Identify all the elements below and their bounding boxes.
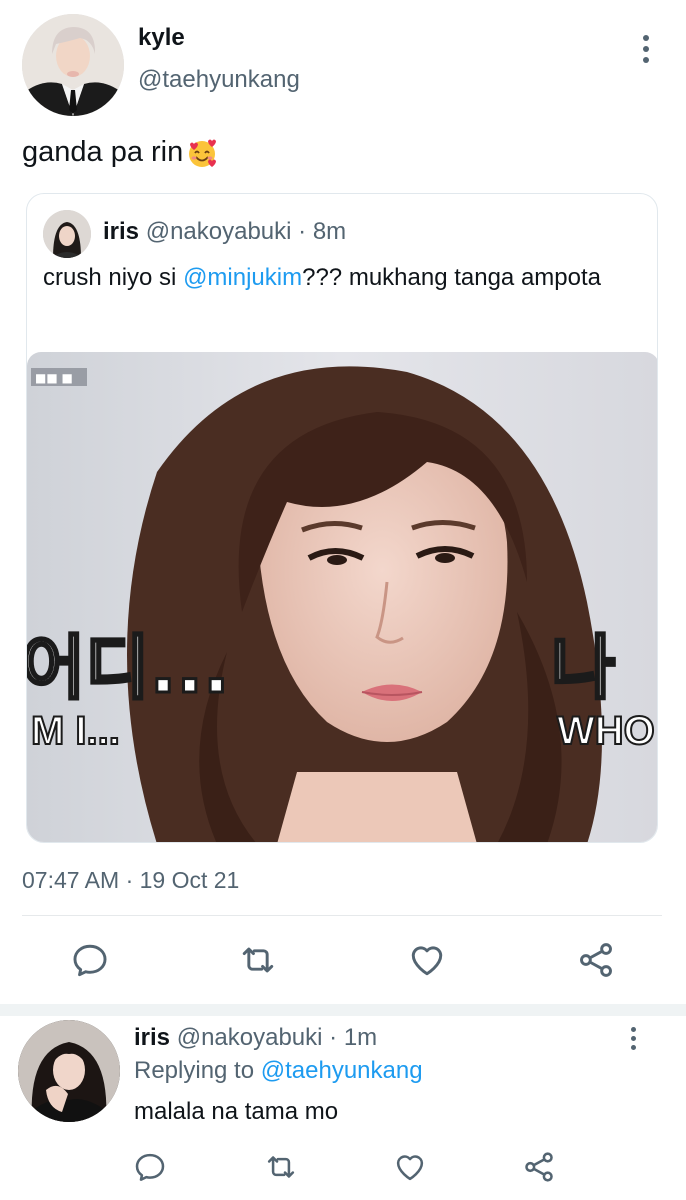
replying-to-line: Replying to @taehyunkang bbox=[134, 1057, 423, 1085]
like-button[interactable] bbox=[405, 938, 449, 982]
quoted-tweet-text: crush niyo si @minjukim??? mukhang tanga… bbox=[43, 262, 643, 294]
quoted-text-before: crush niyo si bbox=[43, 264, 184, 291]
caption-left-english: M I... bbox=[31, 709, 120, 753]
quoted-author-avatar[interactable] bbox=[43, 210, 91, 258]
reply-author-avatar[interactable] bbox=[18, 1020, 120, 1122]
like-icon bbox=[411, 946, 443, 976]
replying-to-prefix: Replying to bbox=[134, 1057, 255, 1084]
caption-right-english: WHO bbox=[557, 709, 655, 753]
quoted-text-after: ??? mukhang tanga ampota bbox=[302, 264, 601, 291]
more-dot-icon bbox=[643, 57, 649, 63]
caption-left-korean: 어디... bbox=[27, 627, 230, 709]
share-icon bbox=[525, 1152, 553, 1182]
replying-to-mention[interactable]: @taehyunkang bbox=[261, 1057, 423, 1084]
more-dot-icon bbox=[631, 1027, 636, 1032]
retweet-icon bbox=[267, 1156, 295, 1178]
like-icon bbox=[396, 1155, 424, 1181]
reply-author-meta: @nakoyabuki · 1m bbox=[176, 1024, 378, 1051]
reply-text: malala na tama mo bbox=[134, 1098, 339, 1125]
quoted-tweet-card[interactable]: iris @nakoyabuki · 8m crush niyo si @min… bbox=[26, 193, 658, 843]
share-icon bbox=[580, 943, 612, 977]
caption-right-korean: 나 bbox=[551, 627, 615, 709]
reply-like-button[interactable] bbox=[391, 1148, 429, 1186]
quoted-tweet-header: iris @nakoyabuki · 8m bbox=[103, 218, 346, 246]
more-dot-icon bbox=[631, 1045, 636, 1050]
tweet-text-body: ganda pa rin bbox=[22, 136, 184, 168]
quoted-author-meta: @nakoyabuki · 8m bbox=[145, 218, 347, 245]
corner-badge: ■■ ■ bbox=[35, 371, 73, 385]
smiling-face-with-hearts-icon bbox=[186, 137, 218, 169]
share-button[interactable] bbox=[574, 938, 618, 982]
reply-button[interactable] bbox=[68, 938, 112, 982]
author-handle[interactable]: @taehyunkang bbox=[138, 66, 300, 94]
mention-link[interactable]: @minjukim bbox=[183, 264, 302, 291]
reply-icon bbox=[135, 1153, 165, 1181]
reply-author-name[interactable]: iris bbox=[134, 1024, 170, 1051]
reply-reply-button[interactable] bbox=[131, 1148, 169, 1186]
more-dot-icon bbox=[631, 1036, 636, 1041]
author-display-name[interactable]: kyle bbox=[138, 24, 185, 52]
tweet-timestamp[interactable]: 07:47 AM · 19 Oct 21 bbox=[22, 867, 239, 894]
thread-separator bbox=[0, 1004, 686, 1016]
reply-icon bbox=[73, 944, 107, 977]
more-dot-icon bbox=[643, 35, 649, 41]
reply-more-options-button[interactable] bbox=[620, 1024, 648, 1054]
quoted-author-name[interactable]: iris bbox=[103, 218, 139, 245]
tweet-text: ganda pa rin bbox=[22, 136, 218, 169]
retweet-button[interactable] bbox=[236, 938, 280, 982]
retweet-icon bbox=[242, 947, 274, 973]
quoted-tweet-image[interactable]: 어디... M I... 나 WHO ■■ ■ bbox=[27, 352, 657, 842]
divider bbox=[22, 915, 662, 916]
more-dot-icon bbox=[643, 46, 649, 52]
author-avatar[interactable] bbox=[22, 14, 124, 116]
reply-header: iris @nakoyabuki · 1m bbox=[134, 1024, 377, 1052]
more-options-button[interactable] bbox=[630, 32, 662, 66]
reply-retweet-button[interactable] bbox=[262, 1148, 300, 1186]
reply-share-button[interactable] bbox=[520, 1148, 558, 1186]
